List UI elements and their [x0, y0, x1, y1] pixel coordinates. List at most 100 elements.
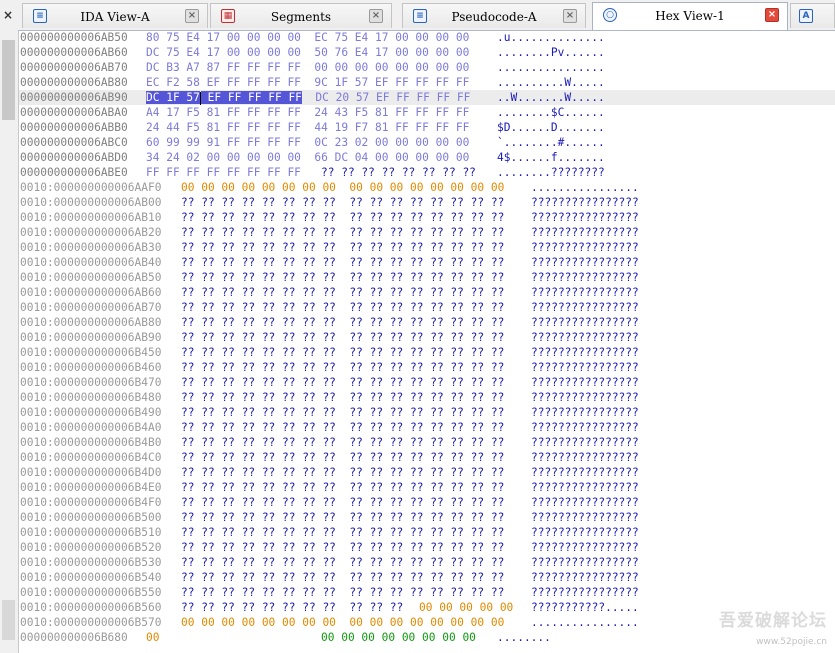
- hex-row[interactable]: 000000000006ABE0 FF FF FF FF FF FF FF FF?…: [19, 165, 835, 180]
- hex-row[interactable]: 0010:000000000006B520 ?? ?? ?? ?? ?? ?? ?…: [19, 540, 835, 555]
- close-tab-icon[interactable]: ×: [185, 9, 199, 23]
- hex-row[interactable]: 0010:000000000006AB90 ?? ?? ?? ?? ?? ?? ?…: [19, 330, 835, 345]
- hex-row[interactable]: 0010:000000000006AB70 ?? ?? ?? ?? ?? ?? ?…: [19, 300, 835, 315]
- row-bytes: ?? ?? ?? ?? ?? ?? ?? ?? ?? ?? ?? ?? ?? ?…: [181, 331, 505, 344]
- row-bytes: 24 44 F5 81 FF FF FF FF 44 19 F7 81 FF F…: [146, 121, 470, 134]
- hex-row[interactable]: 0010:000000000006B470 ?? ?? ?? ?? ?? ?? ?…: [19, 375, 835, 390]
- row-bytes: ?? ?? ?? ?? ?? ?? ?? ?? ?? ?? ?? ?? ?? ?…: [181, 496, 505, 509]
- left-gutter: ×: [0, 0, 19, 653]
- hex-row[interactable]: 0010:000000000006B4C0 ?? ?? ?? ?? ?? ?? ?…: [19, 450, 835, 465]
- tab-segments[interactable]: ▦ Segments ×: [210, 3, 392, 28]
- hex-row[interactable]: 000000000006B680 00 00 00 00 00 00 00 00 0…: [19, 630, 835, 645]
- hex-view[interactable]: 000000000006AB50 80 75 E4 17 00 00 00 00 …: [19, 30, 835, 653]
- row-bytes: 00: [146, 631, 160, 644]
- row-address: 0010:000000000006AB00: [20, 196, 162, 209]
- hex-row[interactable]: 0010:000000000006B530 ?? ?? ?? ?? ?? ?? ?…: [19, 555, 835, 570]
- row-bytes: 00 00 00 00 00 00 00 00 00 00 00 00 00 0…: [181, 181, 505, 194]
- row-bytes: ?? ?? ?? ?? ?? ?? ?? ?? ?? ?? ??: [181, 601, 404, 614]
- hex-row[interactable]: 0010:000000000006B450 ?? ?? ?? ?? ?? ?? ?…: [19, 345, 835, 360]
- row-bytes: ?? ?? ?? ?? ?? ?? ?? ?? ?? ?? ?? ?? ?? ?…: [181, 256, 505, 269]
- hex-row[interactable]: 0010:000000000006B4D0 ?? ?? ?? ?? ?? ?? ?…: [19, 465, 835, 480]
- hex-row[interactable]: 0010:000000000006AB80 ?? ?? ?? ?? ?? ?? ?…: [19, 315, 835, 330]
- hex-row[interactable]: 0010:000000000006B550 ?? ?? ?? ?? ?? ?? ?…: [19, 585, 835, 600]
- scrollbar-thumb[interactable]: [2, 40, 15, 120]
- scrollbar-track[interactable]: [2, 600, 15, 640]
- hex-row[interactable]: 0010:000000000006AB20 ?? ?? ?? ?? ?? ?? ?…: [19, 225, 835, 240]
- row-address: 0010:000000000006B4A0: [20, 421, 162, 434]
- tab-hex-view-1[interactable]: ○ Hex View-1 ×: [592, 2, 788, 30]
- tab-structures[interactable]: A: [790, 3, 835, 28]
- row-address: 0010:000000000006AB70: [20, 301, 162, 314]
- row-address: 0010:000000000006B460: [20, 361, 162, 374]
- row-ascii: ????????????????: [531, 361, 639, 374]
- row-ascii: ????????????????: [531, 241, 639, 254]
- row-address: 000000000006AB90: [20, 91, 128, 104]
- row-bytes: ?? ?? ?? ?? ?? ?? ?? ?? ?? ?? ?? ?? ?? ?…: [181, 196, 505, 209]
- hex-row[interactable]: 0010:000000000006B4A0 ?? ?? ?? ?? ?? ?? ?…: [19, 420, 835, 435]
- structures-icon: A: [799, 9, 813, 23]
- row-ascii: .u..............: [497, 31, 605, 44]
- row-bytes: ?? ?? ?? ?? ?? ?? ?? ?? ?? ?? ?? ?? ?? ?…: [181, 226, 505, 239]
- hex-row[interactable]: 000000000006ABD0 34 24 02 00 00 00 00 00 …: [19, 150, 835, 165]
- close-tab-icon[interactable]: ×: [765, 8, 779, 22]
- row-address: 0010:000000000006AB40: [20, 256, 162, 269]
- hex-row[interactable]: 000000000006AB90 DC 1F 57 EF FF FF FF FF …: [19, 90, 835, 105]
- hex-row[interactable]: 0010:000000000006AAF0 00 00 00 00 00 00 0…: [19, 180, 835, 195]
- row-bytes: ?? ?? ?? ?? ?? ?? ?? ?? ?? ?? ?? ?? ?? ?…: [181, 271, 505, 284]
- row-bytes: EC F2 58 EF FF FF FF FF 9C 1F 57 EF FF F…: [146, 76, 470, 89]
- hex-row[interactable]: 0010:000000000006B4E0 ?? ?? ?? ?? ?? ?? ?…: [19, 480, 835, 495]
- hex-row[interactable]: 0010:000000000006B570 00 00 00 00 00 00 0…: [19, 615, 835, 630]
- hex-row[interactable]: 0010:000000000006B460 ?? ?? ?? ?? ?? ?? ?…: [19, 360, 835, 375]
- hex-row[interactable]: 0010:000000000006AB10 ?? ?? ?? ?? ?? ?? ?…: [19, 210, 835, 225]
- hex-row[interactable]: 0010:000000000006AB60 ?? ?? ?? ?? ?? ?? ?…: [19, 285, 835, 300]
- row-ascii: ????????????????: [531, 466, 639, 479]
- row-bytes: ?? ?? ?? ?? ?? ?? ?? ?? ?? ?? ?? ?? ?? ?…: [181, 376, 505, 389]
- selected-bytes[interactable]: DC 1F 57: [146, 91, 200, 104]
- row-address: 000000000006B680: [20, 631, 128, 644]
- hex-row[interactable]: 000000000006ABC0 60 99 99 91 FF FF FF FF …: [19, 135, 835, 150]
- hex-row[interactable]: 0010:000000000006B4F0 ?? ?? ?? ?? ?? ?? ?…: [19, 495, 835, 510]
- row-bytes: ?? ?? ?? ?? ?? ?? ?? ?? ?? ?? ?? ?? ?? ?…: [181, 586, 505, 599]
- hex-row[interactable]: 0010:000000000006B490 ?? ?? ?? ?? ?? ?? ?…: [19, 405, 835, 420]
- close-tab-icon[interactable]: ×: [563, 9, 577, 23]
- row-address: 0010:000000000006B470: [20, 376, 162, 389]
- hex-row[interactable]: 0010:000000000006AB50 ?? ?? ?? ?? ?? ?? ?…: [19, 270, 835, 285]
- row-ascii: ????????????????: [531, 271, 639, 284]
- row-ascii: ????????????????: [531, 286, 639, 299]
- tab-pseudocode-a[interactable]: ≡ Pseudocode-A ×: [402, 3, 586, 28]
- hex-row[interactable]: 0010:000000000006B480 ?? ?? ?? ?? ?? ?? ?…: [19, 390, 835, 405]
- close-tab-icon[interactable]: ×: [369, 9, 383, 23]
- row-ascii: ................: [531, 181, 639, 194]
- row-address: 0010:000000000006B510: [20, 526, 162, 539]
- row-address: 000000000006AB50: [20, 31, 128, 44]
- row-address: 0010:000000000006B4E0: [20, 481, 162, 494]
- hex-row[interactable]: 0010:000000000006AB30 ?? ?? ?? ?? ?? ?? ?…: [19, 240, 835, 255]
- row-bytes: FF FF FF FF FF FF FF FF: [146, 166, 301, 179]
- tab-label: Segments: [270, 10, 332, 24]
- hex-row[interactable]: 0010:000000000006B510 ?? ?? ?? ?? ?? ?? ?…: [19, 525, 835, 540]
- hex-row[interactable]: 000000000006AB70 DC B3 A7 87 FF FF FF FF …: [19, 60, 835, 75]
- hex-row[interactable]: 0010:000000000006B540 ?? ?? ?? ?? ?? ?? ?…: [19, 570, 835, 585]
- row-bytes: ?? ?? ?? ?? ?? ?? ?? ?? ?? ?? ?? ?? ?? ?…: [181, 541, 505, 554]
- hex-row[interactable]: 0010:000000000006AB40 ?? ?? ?? ?? ?? ?? ?…: [19, 255, 835, 270]
- row-bytes: ?? ?? ?? ?? ?? ?? ?? ?? ?? ?? ?? ?? ?? ?…: [181, 451, 505, 464]
- tab-ida-view-a[interactable]: ≡ IDA View-A ×: [22, 3, 208, 28]
- row-bytes: ?? ?? ?? ?? ?? ?? ?? ?? ?? ?? ?? ?? ?? ?…: [181, 511, 505, 524]
- hex-row[interactable]: 0010:000000000006B4B0 ?? ?? ?? ?? ?? ?? ?…: [19, 435, 835, 450]
- hex-row[interactable]: 0010:000000000006B500 ?? ?? ?? ?? ?? ?? ?…: [19, 510, 835, 525]
- hex-row[interactable]: 0010:000000000006AB00 ?? ?? ?? ?? ?? ?? ?…: [19, 195, 835, 210]
- hex-row[interactable]: 000000000006ABB0 24 44 F5 81 FF FF FF FF …: [19, 120, 835, 135]
- row-ascii: ????????????????: [531, 436, 639, 449]
- close-icon[interactable]: ×: [3, 8, 13, 22]
- hex-row[interactable]: 000000000006AB60 DC 75 E4 17 00 00 00 00 …: [19, 45, 835, 60]
- row-address: 0010:000000000006AAF0: [20, 181, 162, 194]
- tab-label: IDA View-A: [80, 10, 150, 24]
- row-address: 0010:000000000006B4B0: [20, 436, 162, 449]
- hex-row[interactable]: 000000000006AB80 EC F2 58 EF FF FF FF FF …: [19, 75, 835, 90]
- row-address: 0010:000000000006B450: [20, 346, 162, 359]
- row-bytes: ?? ?? ?? ?? ?? ?? ?? ?? ?? ?? ?? ?? ?? ?…: [181, 316, 505, 329]
- hex-row[interactable]: 0010:000000000006B560 ?? ?? ?? ?? ?? ?? ?…: [19, 600, 835, 615]
- hex-row[interactable]: 000000000006ABA0 A4 17 F5 81 FF FF FF FF …: [19, 105, 835, 120]
- row-ascii: ????????????????: [531, 196, 639, 209]
- hex-row[interactable]: 000000000006AB50 80 75 E4 17 00 00 00 00 …: [19, 30, 835, 45]
